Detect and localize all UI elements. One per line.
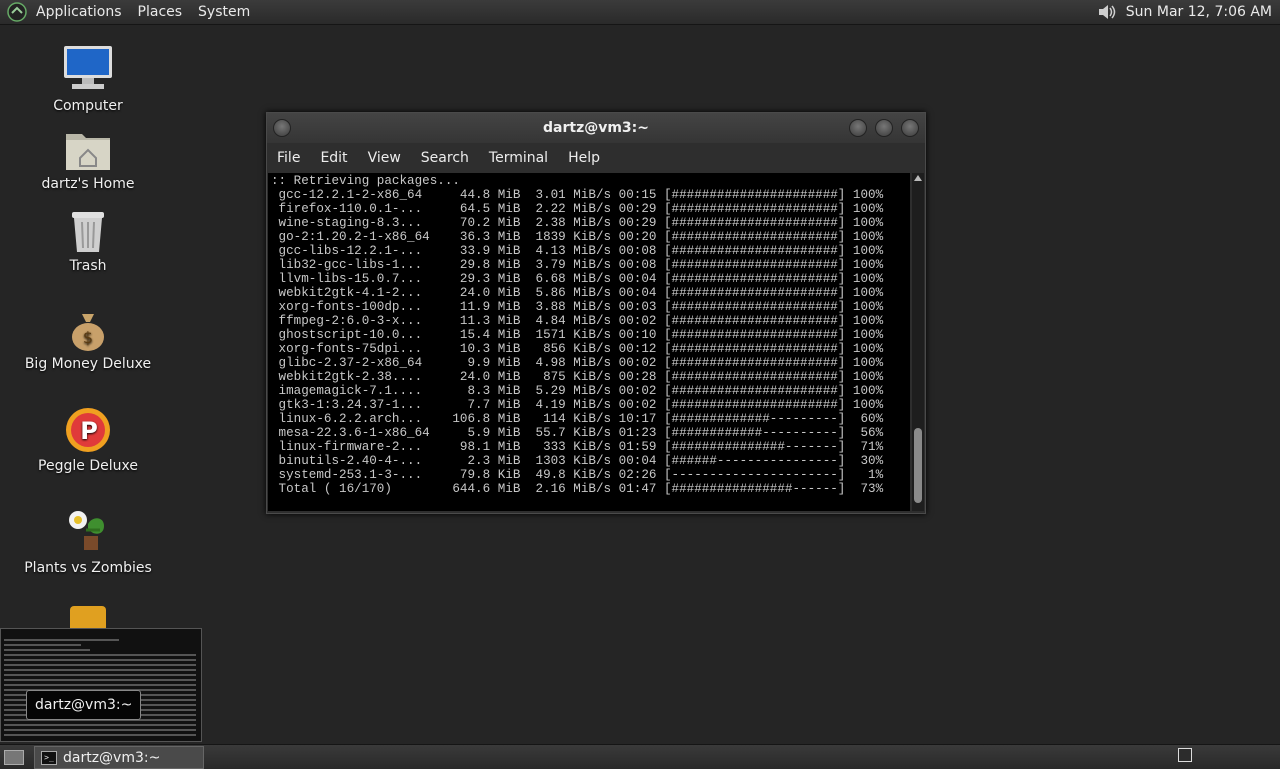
- desktop-icon-label: Peggle Deluxe: [38, 458, 138, 474]
- terminal-line: imagemagick-7.1.... 8.3 MiB 5.29 MiB/s 0…: [271, 384, 884, 398]
- preview-line: [4, 639, 120, 641]
- terminal-line: gcc-12.2.1-2-x86_64 44.8 MiB 3.01 MiB/s …: [271, 188, 884, 202]
- terminal-line: lib32-gcc-libs-1... 29.8 MiB 3.79 MiB/s …: [271, 258, 884, 272]
- trash-icon: [72, 212, 104, 252]
- show-desktop-icon[interactable]: [4, 750, 24, 765]
- top-panel-right: Sun Mar 12, 7:06 AM: [1096, 0, 1272, 24]
- terminal-line: firefox-110.0.1-... 64.5 MiB 2.22 MiB/s …: [271, 202, 884, 216]
- window-preview-label: dartz@vm3:~: [26, 690, 142, 720]
- preview-line: [4, 729, 196, 731]
- terminal-line: linux-6.2.2.arch... 106.8 MiB 114 KiB/s …: [271, 412, 884, 426]
- terminal-icon: >_: [41, 750, 57, 765]
- terminal-line: gtk3-1:3.24.37-1... 7.7 MiB 4.19 MiB/s 0…: [271, 398, 884, 412]
- maximize-button[interactable]: [875, 119, 893, 137]
- terminal-title: dartz@vm3:~: [543, 120, 649, 136]
- terminal-line: systemd-253.1-3-... 79.8 KiB 49.8 KiB/s …: [271, 468, 884, 482]
- menu-file[interactable]: File: [267, 150, 310, 166]
- minimize-button[interactable]: [849, 119, 867, 137]
- terminal-line: :: Retrieving packages...: [271, 174, 460, 188]
- desktop-icon-peggle[interactable]: P Peggle Deluxe: [8, 406, 168, 474]
- places-menu[interactable]: Places: [130, 4, 191, 20]
- menu-help[interactable]: Help: [558, 150, 610, 166]
- home-folder-icon: [66, 134, 110, 170]
- close-button[interactable]: [901, 119, 919, 137]
- preview-line: [4, 679, 196, 681]
- preview-line: [4, 659, 196, 661]
- volume-icon[interactable]: [1096, 2, 1118, 22]
- desktop-icon-label: dartz's Home: [41, 176, 135, 192]
- desktop-icon-computer[interactable]: Computer: [8, 44, 168, 114]
- preview-line: [4, 724, 196, 726]
- terminal-line: go-2:1.20.2-1-x86_64 36.3 MiB 1839 KiB/s…: [271, 230, 884, 244]
- desktop-icon-label: Trash: [69, 258, 107, 274]
- preview-line: [4, 734, 196, 736]
- terminal-line: ffmpeg-2:6.0-3-x... 11.3 MiB 4.84 MiB/s …: [271, 314, 884, 328]
- terminal-window[interactable]: dartz@vm3:~ File Edit View Search Termin…: [266, 112, 926, 514]
- terminal-line: xorg-fonts-100dp... 11.9 MiB 3.88 MiB/s …: [271, 300, 884, 314]
- terminal-line: xorg-fonts-75dpi... 10.3 MiB 856 KiB/s 0…: [271, 342, 884, 356]
- terminal-line: Total ( 16/170) 644.6 MiB 2.16 MiB/s 01:…: [271, 482, 884, 496]
- clock[interactable]: Sun Mar 12, 7:06 AM: [1126, 4, 1272, 20]
- desktop-icon-label: Computer: [53, 98, 123, 114]
- svg-text:P: P: [80, 417, 98, 445]
- terminal-line: mesa-22.3.6-1-x86_64 5.9 MiB 55.7 KiB/s …: [271, 426, 884, 440]
- preview-line: [4, 654, 196, 656]
- top-menu: Applications Places System: [28, 0, 258, 24]
- terminal-line: binutils-2.40-4-... 2.3 MiB 1303 KiB/s 0…: [271, 454, 884, 468]
- terminal-line: glibc-2.37-2-x86_64 9.9 MiB 4.98 MiB/s 0…: [271, 356, 884, 370]
- terminal-line: webkit2gtk-2.38.... 24.0 MiB 875 KiB/s 0…: [271, 370, 884, 384]
- desktop-icon-label: Plants vs Zombies: [24, 560, 152, 576]
- scrollbar-thumb[interactable]: [914, 428, 922, 503]
- preview-content: [4, 639, 196, 739]
- terminal-titlebar[interactable]: dartz@vm3:~: [267, 113, 925, 143]
- desktop-icon-label: Big Money Deluxe: [24, 356, 152, 372]
- workspace-switcher[interactable]: [1178, 748, 1192, 762]
- terminal-line: gcc-libs-12.2.1-... 33.9 MiB 4.13 MiB/s …: [271, 244, 884, 258]
- computer-icon: [64, 46, 112, 89]
- distro-logo-icon[interactable]: [6, 1, 28, 23]
- desktop-icon-plants[interactable]: Plants vs Zombies: [8, 506, 168, 576]
- terminal-line: llvm-libs-15.0.7... 29.3 MiB 6.68 MiB/s …: [271, 272, 884, 286]
- preview-line: [4, 649, 91, 651]
- menu-view[interactable]: View: [358, 150, 411, 166]
- terminal-output: :: Retrieving packages... gcc-12.2.1-2-x…: [268, 173, 910, 496]
- terminal-line: ghostscript-10.0... 15.4 MiB 1571 KiB/s …: [271, 328, 884, 342]
- menu-terminal[interactable]: Terminal: [479, 150, 558, 166]
- taskbar-window-label: dartz@vm3:~: [63, 749, 161, 766]
- top-panel: Applications Places System Sun Mar 12, 7…: [0, 0, 1280, 25]
- preview-line: [4, 684, 196, 686]
- peggle-icon: P: [66, 408, 110, 452]
- desktop-icon-trash[interactable]: Trash: [8, 208, 168, 274]
- bottom-panel: >_ dartz@vm3:~: [0, 744, 1280, 769]
- svg-text:$: $: [83, 328, 93, 347]
- desktop-icon-big-money[interactable]: $ Big Money Deluxe: [8, 310, 168, 372]
- menu-edit[interactable]: Edit: [310, 150, 357, 166]
- terminal-line: webkit2gtk-4.1-2... 24.0 MiB 5.86 MiB/s …: [271, 286, 884, 300]
- terminal-line: wine-staging-8.3... 70.2 MiB 2.38 MiB/s …: [271, 216, 884, 230]
- window-menu-button[interactable]: [273, 119, 291, 137]
- plants-icon: [69, 511, 104, 550]
- preview-line: [4, 669, 196, 671]
- menu-search[interactable]: Search: [411, 150, 479, 166]
- terminal-scrollbar[interactable]: [912, 173, 924, 511]
- taskbar-window-button[interactable]: >_ dartz@vm3:~: [34, 746, 204, 769]
- terminal-screen[interactable]: :: Retrieving packages... gcc-12.2.1-2-x…: [268, 173, 910, 511]
- terminal-line: linux-firmware-2... 98.1 MiB 333 KiB/s 0…: [271, 440, 884, 454]
- preview-line: [4, 674, 196, 676]
- system-menu[interactable]: System: [190, 4, 258, 20]
- terminal-menubar: File Edit View Search Terminal Help: [267, 145, 925, 171]
- preview-line: [4, 644, 81, 646]
- scroll-up-arrow-icon[interactable]: [914, 175, 922, 181]
- preview-line: [4, 664, 196, 666]
- money-bag-icon: $: [72, 314, 104, 351]
- partial-desktop-icon[interactable]: [70, 606, 106, 628]
- window-preview-thumbnail[interactable]: [0, 628, 202, 742]
- applications-menu[interactable]: Applications: [28, 4, 130, 20]
- desktop-icon-home[interactable]: dartz's Home: [8, 128, 168, 192]
